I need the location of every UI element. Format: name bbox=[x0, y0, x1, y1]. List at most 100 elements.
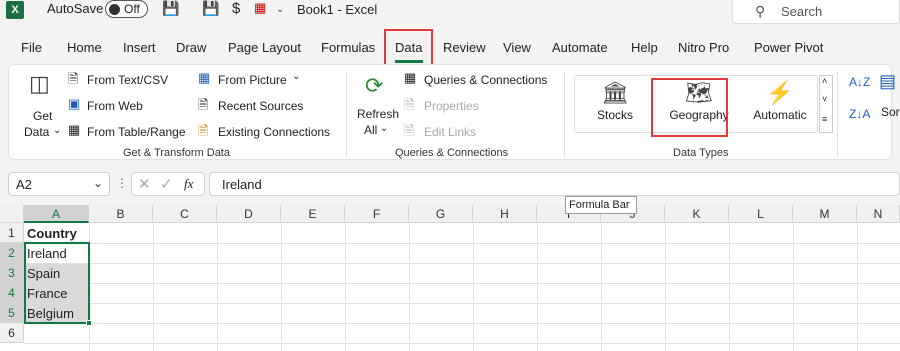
scroll-down-icon[interactable]: ˅ bbox=[822, 94, 827, 104]
column-header-e[interactable]: E bbox=[281, 205, 345, 223]
cancel-icon[interactable]: ✕ bbox=[138, 175, 151, 193]
stocks-label: Stocks bbox=[596, 108, 633, 122]
formula-bar-row: A2 ⌄ ⋮ ✕ ✓ fx Ireland bbox=[0, 168, 900, 200]
from-table-range-button[interactable]: From Table/Range bbox=[87, 125, 186, 139]
existing-connections-icon: 🗎 bbox=[198, 123, 209, 138]
column-header-c[interactable]: C bbox=[153, 205, 217, 223]
tab-formulas[interactable]: Formulas bbox=[321, 40, 375, 55]
get-data-button[interactable]: ◫ Get Data ⌄ bbox=[19, 69, 65, 139]
insert-function-button[interactable]: fx bbox=[184, 176, 193, 192]
borders-icon[interactable]: ▦ bbox=[254, 0, 266, 16]
column-header-b[interactable]: B bbox=[89, 205, 153, 223]
column-header-f[interactable]: F bbox=[345, 205, 409, 223]
column-header-g[interactable]: G bbox=[409, 205, 473, 223]
column-header-a[interactable]: A bbox=[24, 205, 89, 223]
column-header-k[interactable]: K bbox=[665, 205, 729, 223]
tab-home[interactable]: Home bbox=[67, 40, 102, 55]
row-header-4[interactable]: 4 bbox=[0, 283, 24, 303]
sort-button[interactable]: Sort bbox=[881, 105, 900, 119]
sort-az-icon[interactable]: A↓Z bbox=[849, 75, 870, 89]
scroll-up-icon[interactable]: ˄ bbox=[822, 76, 827, 86]
select-all-corner[interactable] bbox=[0, 205, 24, 223]
gridline bbox=[24, 243, 900, 244]
recent-sources-icon: 🗎 bbox=[198, 97, 209, 112]
column-header-n[interactable]: N bbox=[857, 205, 900, 223]
from-picture-button[interactable]: From Picture bbox=[218, 73, 287, 87]
get-data-label-1: Get bbox=[33, 109, 53, 123]
from-text-csv-button[interactable]: From Text/CSV bbox=[87, 73, 168, 87]
properties-icon: 🗎 bbox=[404, 97, 415, 112]
properties-button[interactable]: Properties bbox=[424, 99, 479, 113]
fill-handle[interactable] bbox=[86, 320, 92, 326]
tab-automate[interactable]: Automate bbox=[552, 40, 608, 55]
queries-connections-icon: ▦ bbox=[404, 70, 417, 85]
edit-links-icon: 🗎 bbox=[404, 123, 415, 138]
save-as-icon[interactable]: 💾 bbox=[202, 0, 219, 17]
name-box-value: A2 bbox=[16, 177, 32, 192]
row-header-2[interactable]: 2 bbox=[0, 243, 24, 263]
group-label-queries: Queries & Connections bbox=[395, 147, 509, 159]
gridline bbox=[24, 283, 900, 284]
picture-icon: ▦ bbox=[198, 70, 211, 85]
row-header-6[interactable]: 6 bbox=[0, 323, 24, 343]
automatic-button[interactable]: ⚡ Automatic bbox=[745, 76, 815, 134]
tab-draw[interactable]: Draw bbox=[176, 40, 206, 55]
formula-input[interactable]: Ireland bbox=[209, 172, 900, 196]
search-box[interactable]: ⚲ Search bbox=[732, 0, 900, 24]
search-icon: ⚲ bbox=[755, 3, 766, 19]
name-box[interactable]: A2 ⌄ bbox=[8, 172, 110, 196]
column-header-d[interactable]: D bbox=[217, 205, 281, 223]
stocks-button[interactable]: 🏛 Stocks bbox=[585, 76, 645, 134]
tab-file[interactable]: File bbox=[21, 40, 42, 55]
queries-connections-button[interactable]: Queries & Connections bbox=[424, 73, 547, 87]
chevron-down-icon: ⌄ bbox=[380, 123, 389, 134]
sort-za-icon[interactable]: Z↓A bbox=[849, 107, 870, 121]
table-icon: ▦ bbox=[68, 122, 81, 137]
more-icon[interactable]: ≡ bbox=[822, 114, 827, 124]
chevron-down-icon: ⌄ bbox=[292, 71, 301, 82]
row-header-1[interactable]: 1 bbox=[0, 223, 24, 243]
group-separator bbox=[564, 71, 565, 157]
automatic-label: Automatic bbox=[753, 108, 807, 122]
spreadsheet-grid[interactable]: A B C D E F G H I J K L M N 1 2 3 4 5 6 … bbox=[0, 205, 900, 351]
data-types-scroll[interactable]: ˄ ˅ ≡ bbox=[819, 75, 833, 133]
autosave-label: AutoSave bbox=[47, 1, 104, 16]
search-placeholder: Search bbox=[781, 4, 823, 19]
tab-page-layout[interactable]: Page Layout bbox=[228, 40, 301, 55]
enter-icon[interactable]: ✓ bbox=[160, 175, 173, 193]
existing-connections-button[interactable]: Existing Connections bbox=[218, 125, 330, 139]
tab-insert[interactable]: Insert bbox=[123, 40, 156, 55]
tab-view[interactable]: View bbox=[503, 40, 531, 55]
edit-links-button[interactable]: Edit Links bbox=[424, 125, 476, 139]
row-header-5[interactable]: 5 bbox=[0, 303, 24, 323]
ribbon-panel: ◫ Get Data ⌄ 🗎 From Text/CSV ▣ From Web … bbox=[8, 64, 900, 160]
sort-dialog-icon: ▤ bbox=[879, 71, 897, 91]
tab-power-pivot[interactable]: Power Pivot bbox=[754, 40, 823, 55]
column-header-h[interactable]: H bbox=[473, 205, 537, 223]
column-header-l[interactable]: L bbox=[729, 205, 793, 223]
row-header-3[interactable]: 3 bbox=[0, 263, 24, 283]
refresh-all-button[interactable]: ⟳ Refresh All ⌄ bbox=[353, 69, 399, 139]
tab-nitro-pro[interactable]: Nitro Pro bbox=[678, 40, 729, 55]
database-icon: ◫ bbox=[29, 71, 50, 96]
recent-sources-button[interactable]: Recent Sources bbox=[218, 99, 303, 113]
gridline bbox=[24, 323, 900, 324]
tab-help[interactable]: Help bbox=[631, 40, 658, 55]
save-icon[interactable]: 💾 bbox=[162, 0, 179, 17]
refresh-label-1: Refresh bbox=[357, 107, 400, 121]
customize-toolbar-icon[interactable]: ⌄ bbox=[276, 4, 284, 15]
more-options-icon[interactable]: ⋮ bbox=[116, 176, 128, 190]
tab-review[interactable]: Review bbox=[443, 40, 486, 55]
autosave-toggle[interactable]: Off bbox=[105, 0, 148, 18]
cell-a1[interactable]: Country bbox=[25, 224, 89, 244]
refresh-label-2: All bbox=[364, 123, 378, 137]
selection-range bbox=[24, 242, 90, 324]
toggle-knob bbox=[109, 4, 120, 15]
chevron-down-icon[interactable]: ⌄ bbox=[93, 176, 103, 190]
window-title: Book1 - Excel bbox=[297, 2, 378, 17]
from-web-button[interactable]: From Web bbox=[87, 99, 143, 113]
column-header-m[interactable]: M bbox=[793, 205, 857, 223]
ribbon-tabs: File Home Insert Draw Page Layout Formul… bbox=[0, 34, 900, 62]
currency-icon[interactable]: $ bbox=[232, 0, 240, 17]
formula-controls: ✕ ✓ fx bbox=[131, 172, 205, 196]
